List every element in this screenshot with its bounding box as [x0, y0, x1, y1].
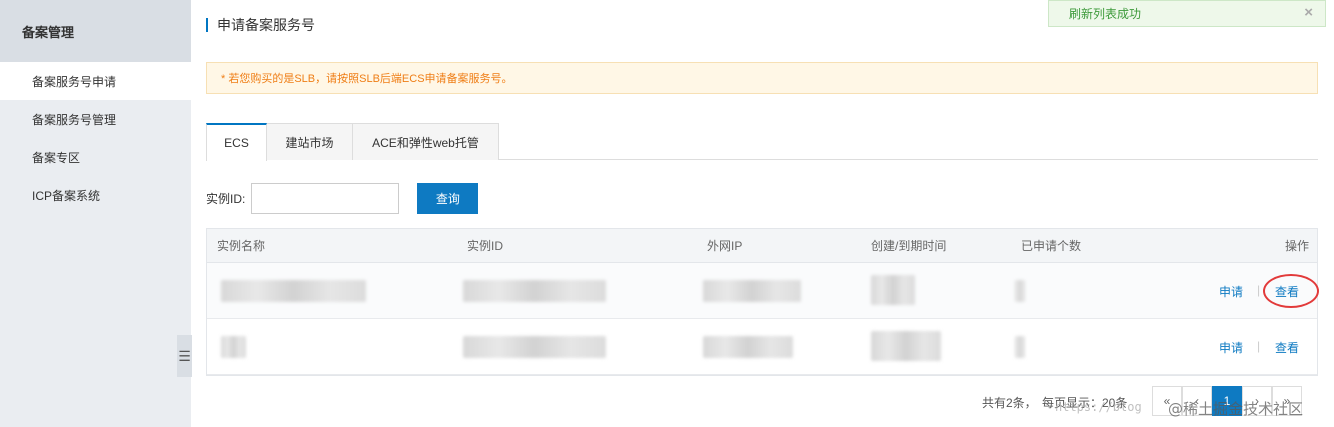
- sidebar-collapse-icon[interactable]: ☰: [177, 335, 192, 377]
- table-row: 申请 | 查看: [207, 319, 1317, 375]
- query-button[interactable]: 查询: [417, 183, 479, 214]
- action-separator: |: [1257, 339, 1261, 353]
- main-content: 申请备案服务号 * 若您购买的是SLB，请按照SLB后端ECS申请备案服务号。 …: [206, 0, 1319, 427]
- redacted-applied-count: [1015, 280, 1025, 302]
- sidebar-item-apply-service[interactable]: 备案服务号申请: [0, 62, 191, 100]
- instance-id-input[interactable]: [251, 183, 400, 214]
- header-applied-count: 已申请个数: [1021, 239, 1082, 253]
- header-public-ip: 外网IP: [707, 239, 743, 253]
- tab-ecs[interactable]: ECS: [206, 123, 267, 161]
- action-separator: |: [1257, 283, 1261, 297]
- page-header: 申请备案服务号: [206, 14, 315, 36]
- apply-link[interactable]: 申请: [1219, 283, 1243, 300]
- sidebar: 备案管理 备案服务号申请 备案服务号管理 备案专区 ICP备案系统: [0, 0, 191, 427]
- pager-total: 共有2条，: [982, 396, 1037, 410]
- redacted-created-expire: [871, 331, 941, 361]
- instance-table: 实例名称 实例ID 外网IP 创建/到期时间 已申请个数 操作 申请 | 查看 …: [206, 228, 1319, 376]
- redacted-instance-id: [463, 336, 606, 358]
- tab-site-market[interactable]: 建站市场: [266, 123, 353, 160]
- sidebar-item-manage-service[interactable]: 备案服务号管理: [0, 100, 191, 138]
- header-actions: 操作: [1285, 239, 1310, 253]
- redacted-instance-name: [221, 280, 366, 302]
- redacted-applied-count: [1015, 336, 1025, 358]
- table-header: 实例名称 实例ID 外网IP 创建/到期时间 已申请个数 操作: [207, 229, 1317, 263]
- warning-text: * 若您购买的是SLB，请按照SLB后端ECS申请备案服务号。: [221, 73, 513, 85]
- apply-link[interactable]: 申请: [1219, 339, 1243, 356]
- sidebar-item-icp-system[interactable]: ICP备案系统: [0, 176, 191, 214]
- watermark-url: https://blog: [1055, 400, 1142, 414]
- header-instance-name: 实例名称: [217, 239, 266, 253]
- watermark-text: @稀土掘金技术社区: [1168, 400, 1304, 418]
- view-link[interactable]: 查看: [1275, 339, 1299, 356]
- table-row: 申请 | 查看: [207, 263, 1319, 319]
- redacted-public-ip: [703, 280, 801, 302]
- highlight-circle: [1263, 274, 1319, 308]
- tab-ace-web-hosting[interactable]: ACE和弹性web托管: [352, 123, 499, 160]
- sidebar-item-filing-zone[interactable]: 备案专区: [0, 138, 191, 176]
- header-created-expire: 创建/到期时间: [871, 239, 947, 253]
- title-accent-bar: [206, 18, 208, 32]
- pagination: 共有2条， 每页显示：20条 « ‹ 1 › »: [206, 386, 1318, 416]
- warning-notice: * 若您购买的是SLB，请按照SLB后端ECS申请备案服务号。: [206, 62, 1318, 94]
- page-title: 申请备案服务号: [217, 17, 315, 33]
- header-instance-id: 实例ID: [467, 239, 504, 253]
- redacted-instance-name: [221, 336, 246, 358]
- tab-bar: ECS 建站市场 ACE和弹性web托管: [206, 123, 1318, 161]
- redacted-public-ip: [703, 336, 793, 358]
- search-bar: 实例ID: 查询: [206, 183, 479, 214]
- redacted-instance-id: [463, 280, 606, 302]
- instance-id-label: 实例ID:: [206, 192, 246, 206]
- sidebar-title: 备案管理: [0, 0, 191, 62]
- redacted-created-expire: [871, 275, 915, 305]
